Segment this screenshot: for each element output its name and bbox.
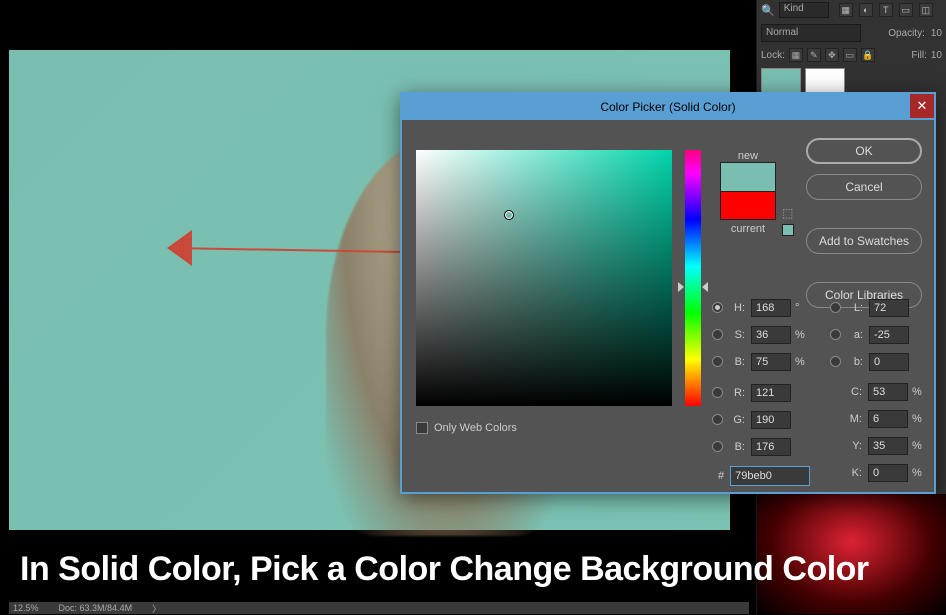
websafe-swatch[interactable] [782,224,794,236]
fill-label: Fill: [911,50,927,61]
l-input[interactable] [869,299,909,317]
r-input[interactable] [751,384,791,402]
zoom-level[interactable]: 12.5% [13,603,39,613]
b-lab-label: b: [847,356,863,368]
current-color-label: current [720,223,776,235]
filter-shape-icon[interactable]: ▭ [899,3,913,17]
hex-input[interactable] [730,466,810,486]
a-input[interactable] [869,326,909,344]
lock-position-icon[interactable]: ✥ [825,48,839,62]
search-icon: 🔍 [761,4,775,17]
radio-s[interactable] [712,329,723,340]
m-unit: % [912,413,924,425]
web-colors-label: Only Web Colors [434,422,517,434]
web-colors-checkbox[interactable] [416,422,428,434]
radio-b-rgb[interactable] [712,441,723,452]
radio-g[interactable] [712,414,723,425]
lock-artboard-icon[interactable]: ▭ [843,48,857,62]
y-input[interactable] [868,437,908,455]
filter-type-icon[interactable]: T [879,3,893,17]
c-label: C: [846,386,862,398]
lock-pixels-icon[interactable]: ✎ [807,48,821,62]
close-button[interactable]: ✕ [910,94,934,118]
gamut-warning-icon[interactable]: ⬚ [782,206,796,220]
s-label: S: [729,329,745,341]
hsb-rgb-fields: H: ° S: % B: % R: [712,294,807,460]
radio-r[interactable] [712,387,723,398]
saturation-value-field[interactable] [416,150,672,406]
blend-mode-select[interactable]: Normal [761,24,861,42]
hue-slider[interactable] [685,150,701,406]
b-lab-input[interactable] [869,353,909,371]
opacity-label: Opacity: [888,28,925,39]
b-hsb-unit: % [795,356,807,368]
layer-kind-filter[interactable]: Kind [779,2,829,18]
h-label: H: [729,302,745,314]
hue-slider-pointer-left [678,282,684,292]
radio-l[interactable] [830,302,841,313]
y-label: Y: [846,440,862,452]
radio-a[interactable] [830,329,841,340]
a-label: a: [847,329,863,341]
lock-all-icon[interactable]: 🔒 [861,48,875,62]
color-picker-dialog: Color Picker (Solid Color) ✕ new current… [400,92,936,494]
radio-b-lab[interactable] [830,356,841,367]
hue-slider-pointer-right [702,282,708,292]
s-input[interactable] [751,326,791,344]
b-hsb-input[interactable] [751,353,791,371]
current-color-swatch[interactable] [720,192,776,220]
tutorial-caption: In Solid Color, Pick a Color Change Back… [20,550,869,589]
k-label: K: [846,467,862,479]
cancel-button[interactable]: Cancel [806,174,922,200]
filter-smart-icon[interactable]: ◫ [919,3,933,17]
k-unit: % [912,467,924,479]
g-input[interactable] [751,411,791,429]
filter-adjust-icon[interactable]: ◐ [859,3,873,17]
new-color-label: new [720,150,776,162]
k-input[interactable] [868,464,908,482]
add-to-swatches-button[interactable]: Add to Swatches [806,228,922,254]
b-hsb-label: B: [729,356,745,368]
r-label: R: [729,387,745,399]
opacity-value[interactable]: 10 [931,28,942,39]
filter-pixel-icon[interactable]: ▦ [839,3,853,17]
fill-value[interactable]: 10 [931,50,942,61]
c-unit: % [912,386,924,398]
status-chevron-icon[interactable]: 〉 [152,602,161,615]
l-label: L: [847,302,863,314]
radio-h[interactable] [712,302,723,313]
m-input[interactable] [868,410,908,428]
b-rgb-label: B: [729,441,745,453]
cmyk-fields: C: % M: % Y: % K: % [846,378,924,486]
g-label: G: [729,414,745,426]
ok-button[interactable]: OK [806,138,922,164]
h-input[interactable] [751,299,791,317]
radio-b-hsb[interactable] [712,356,723,367]
lock-transparency-icon[interactable]: ▦ [789,48,803,62]
hex-label: # [718,470,724,482]
b-rgb-input[interactable] [751,438,791,456]
lock-label: Lock: [761,50,785,61]
s-unit: % [795,329,807,341]
h-unit: ° [795,302,807,314]
m-label: M: [846,413,862,425]
lab-fields: L: a: b: [830,294,909,375]
status-bar: 12.5% Doc: 63.3M/84.4M 〉 [9,602,749,614]
y-unit: % [912,440,924,452]
c-input[interactable] [868,383,908,401]
doc-size: Doc: 63.3M/84.4M [59,603,133,613]
dialog-titlebar[interactable]: Color Picker (Solid Color) ✕ [402,94,934,120]
dialog-title: Color Picker (Solid Color) [600,100,735,114]
sv-picker-handle[interactable] [504,210,514,220]
new-color-swatch [720,162,776,192]
